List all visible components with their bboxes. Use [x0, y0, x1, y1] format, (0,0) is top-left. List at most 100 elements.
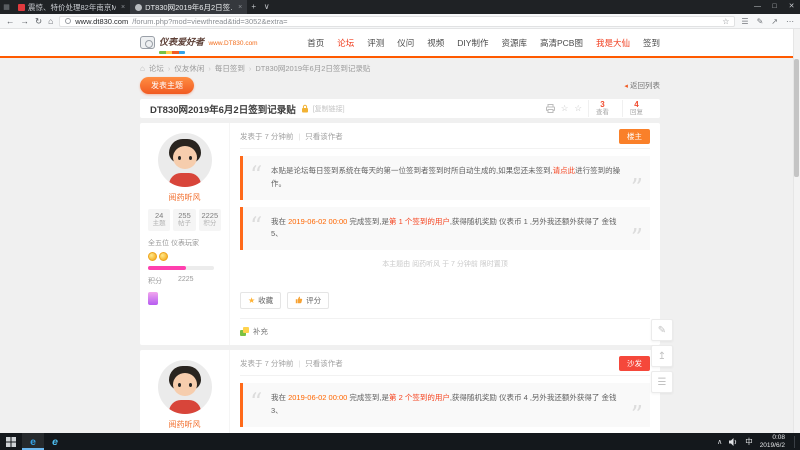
- only-author-link[interactable]: 只看该作者: [305, 131, 343, 142]
- thread-list-button[interactable]: ☰: [651, 371, 673, 393]
- refresh-button[interactable]: ↻: [35, 17, 42, 26]
- new-tab-button[interactable]: +: [247, 0, 260, 14]
- breadcrumb-forum[interactable]: 论坛: [149, 63, 164, 74]
- favorite-button[interactable]: ★ 收藏: [240, 292, 281, 309]
- score-value: 2225: [178, 276, 194, 286]
- hub-icon[interactable]: ☰: [741, 17, 748, 26]
- home-icon[interactable]: ⌂: [140, 64, 145, 73]
- stat-credits[interactable]: 2225积分: [199, 209, 221, 231]
- taskbar-edge-icon[interactable]: e: [22, 433, 44, 450]
- user-stats: 24主题 255帖子 2225积分: [148, 209, 221, 231]
- credit-progress-fill: [148, 266, 186, 270]
- taskbar-ie-icon[interactable]: e: [44, 433, 66, 450]
- screen: ▦ 震惊、特价处理82年南京M仪… × DT830网2019年6月2日签… × …: [0, 0, 800, 450]
- stat-posts[interactable]: 255帖子: [173, 209, 195, 231]
- close-tab-icon[interactable]: ×: [119, 4, 125, 11]
- favorite-label: 收藏: [258, 295, 273, 306]
- post-action-chips: ★ 收藏 评分: [240, 292, 650, 309]
- floor-badge-shafa[interactable]: 沙发: [619, 356, 650, 371]
- recommend-thread-icon[interactable]: ☆: [574, 103, 582, 114]
- back-to-top-button[interactable]: ↥: [651, 345, 673, 367]
- notes-icon[interactable]: ✎: [757, 17, 764, 26]
- credit-progress-bar: [148, 266, 214, 270]
- nav-item-home[interactable]: 首页: [307, 37, 324, 49]
- supplement-row[interactable]: 补充: [240, 318, 650, 337]
- nav-item-review[interactable]: 评测: [367, 37, 384, 49]
- nav-item-video[interactable]: 视频: [427, 37, 444, 49]
- breadcrumb-subforum[interactable]: 每日签到: [215, 63, 245, 74]
- scrollbar[interactable]: [793, 29, 800, 433]
- nav-item-pcb[interactable]: 高清PCB图: [540, 37, 583, 49]
- post-1-card: 阅药听风 24主题 255帖子 2225积分 全五位 仪表玩家 积分 222: [140, 123, 660, 345]
- home-button[interactable]: ⌂: [48, 17, 53, 26]
- sign-in-link[interactable]: 请点此: [553, 166, 576, 175]
- views-count: 3: [600, 100, 604, 109]
- browser-address-bar: ← → ↻ ⌂ www.dt830.com /forum.php?mod=vie…: [0, 14, 800, 29]
- browser-tab-bar: ▦ 震惊、特价处理82年南京M仪… × DT830网2019年6月2日签… × …: [0, 0, 800, 14]
- site-logo[interactable]: 仪表爱好者 www.DT830.com: [140, 32, 258, 54]
- back-button[interactable]: ←: [6, 17, 15, 26]
- avatar-face: [173, 146, 197, 169]
- close-button[interactable]: ✕: [783, 0, 800, 14]
- views-counter: 3 查看: [588, 100, 616, 117]
- url-input[interactable]: www.dt830.com /forum.php?mod=viewthread&…: [59, 16, 735, 27]
- close-tab-icon[interactable]: ×: [236, 4, 242, 11]
- print-icon[interactable]: [546, 104, 555, 113]
- favorite-star-icon[interactable]: ☆: [722, 17, 729, 26]
- nav-item-diy[interactable]: DIY制作: [457, 37, 488, 49]
- clock[interactable]: 0:08 2019/6/2: [760, 434, 785, 450]
- forward-button[interactable]: →: [21, 17, 30, 26]
- tray-chevron-icon[interactable]: ∧: [717, 438, 722, 446]
- nav-item-forum[interactable]: 论坛: [337, 37, 354, 49]
- show-desktop-button[interactable]: [794, 436, 795, 448]
- nav-item-resources[interactable]: 资源库: [501, 37, 527, 49]
- quick-reply-button[interactable]: ✎: [651, 319, 673, 341]
- scrollbar-thumb[interactable]: [794, 59, 799, 177]
- minimize-button[interactable]: —: [749, 0, 766, 14]
- copy-link[interactable]: [复制链接]: [313, 104, 345, 114]
- replies-counter: 4 回复: [622, 100, 650, 117]
- post-1-author-panel: 阅药听风 24主题 255帖子 2225积分 全五位 仪表玩家 积分 222: [140, 123, 230, 345]
- speaker-icon[interactable]: [729, 433, 738, 450]
- score-row: 积分 2225: [148, 276, 221, 286]
- share-icon[interactable]: ↗: [771, 17, 778, 26]
- avatar-shirt: [169, 173, 201, 187]
- lock-icon: [301, 104, 309, 113]
- browser-tab-2-active[interactable]: DT830网2019年6月2日签… ×: [130, 0, 247, 14]
- favorite-thread-icon[interactable]: ☆: [561, 103, 569, 114]
- start-button[interactable]: [0, 433, 22, 450]
- site-info-icon[interactable]: [65, 18, 71, 24]
- floating-buttons: ✎ ↥ ☰: [651, 319, 673, 393]
- avatar[interactable]: [158, 133, 212, 187]
- rate-button[interactable]: 评分: [287, 292, 329, 309]
- username-link[interactable]: 阅药听风: [148, 192, 221, 203]
- breadcrumb-section[interactable]: 仪友休闲: [174, 63, 204, 74]
- nav-item-ask[interactable]: 仪问: [397, 37, 414, 49]
- star-icon: ★: [248, 297, 255, 305]
- post-thread-button[interactable]: 发表主题: [140, 77, 194, 94]
- only-author-link[interactable]: 只看该作者: [305, 358, 343, 369]
- tab-list-chevron-icon[interactable]: ∨: [260, 0, 273, 14]
- ime-indicator[interactable]: 中: [745, 436, 753, 447]
- moderation-note: 本主题由 阅药听风 于 7 分钟前 限时置顶: [240, 259, 650, 269]
- maximize-button[interactable]: □: [766, 0, 783, 14]
- replies-label: 回复: [630, 109, 643, 116]
- avatar-eye: [189, 383, 192, 387]
- avatar[interactable]: [158, 360, 212, 414]
- floor-badge-louzhu[interactable]: 楼主: [619, 129, 650, 144]
- quote-text: 本贴是论坛每日签到系统在每天的第一位签到者签到时所自动生成的,如果您还未签到,: [271, 166, 553, 175]
- username-link[interactable]: 阅药听风: [148, 419, 221, 430]
- more-icon[interactable]: ⋯: [786, 17, 794, 26]
- nav-item-daxian[interactable]: 我是大仙: [596, 37, 630, 49]
- post-1-header: 发表于 7 分钟前 | 只看该作者 楼主: [240, 129, 650, 149]
- stat-threads[interactable]: 24主题: [148, 209, 170, 231]
- quote-text: 我在: [271, 217, 288, 226]
- score-label: 积分: [148, 276, 162, 286]
- browser-tab-1[interactable]: 震惊、特价处理82年南京M仪… ×: [13, 0, 130, 14]
- supplement-icon: [240, 327, 249, 336]
- nav-item-signin[interactable]: 签到: [643, 37, 660, 49]
- back-to-list-link[interactable]: ◂ 返回列表: [624, 80, 660, 91]
- medal-icon: [148, 292, 158, 305]
- pinned-tab-icon[interactable]: ▦: [0, 0, 13, 14]
- header-accent-line: [0, 56, 800, 58]
